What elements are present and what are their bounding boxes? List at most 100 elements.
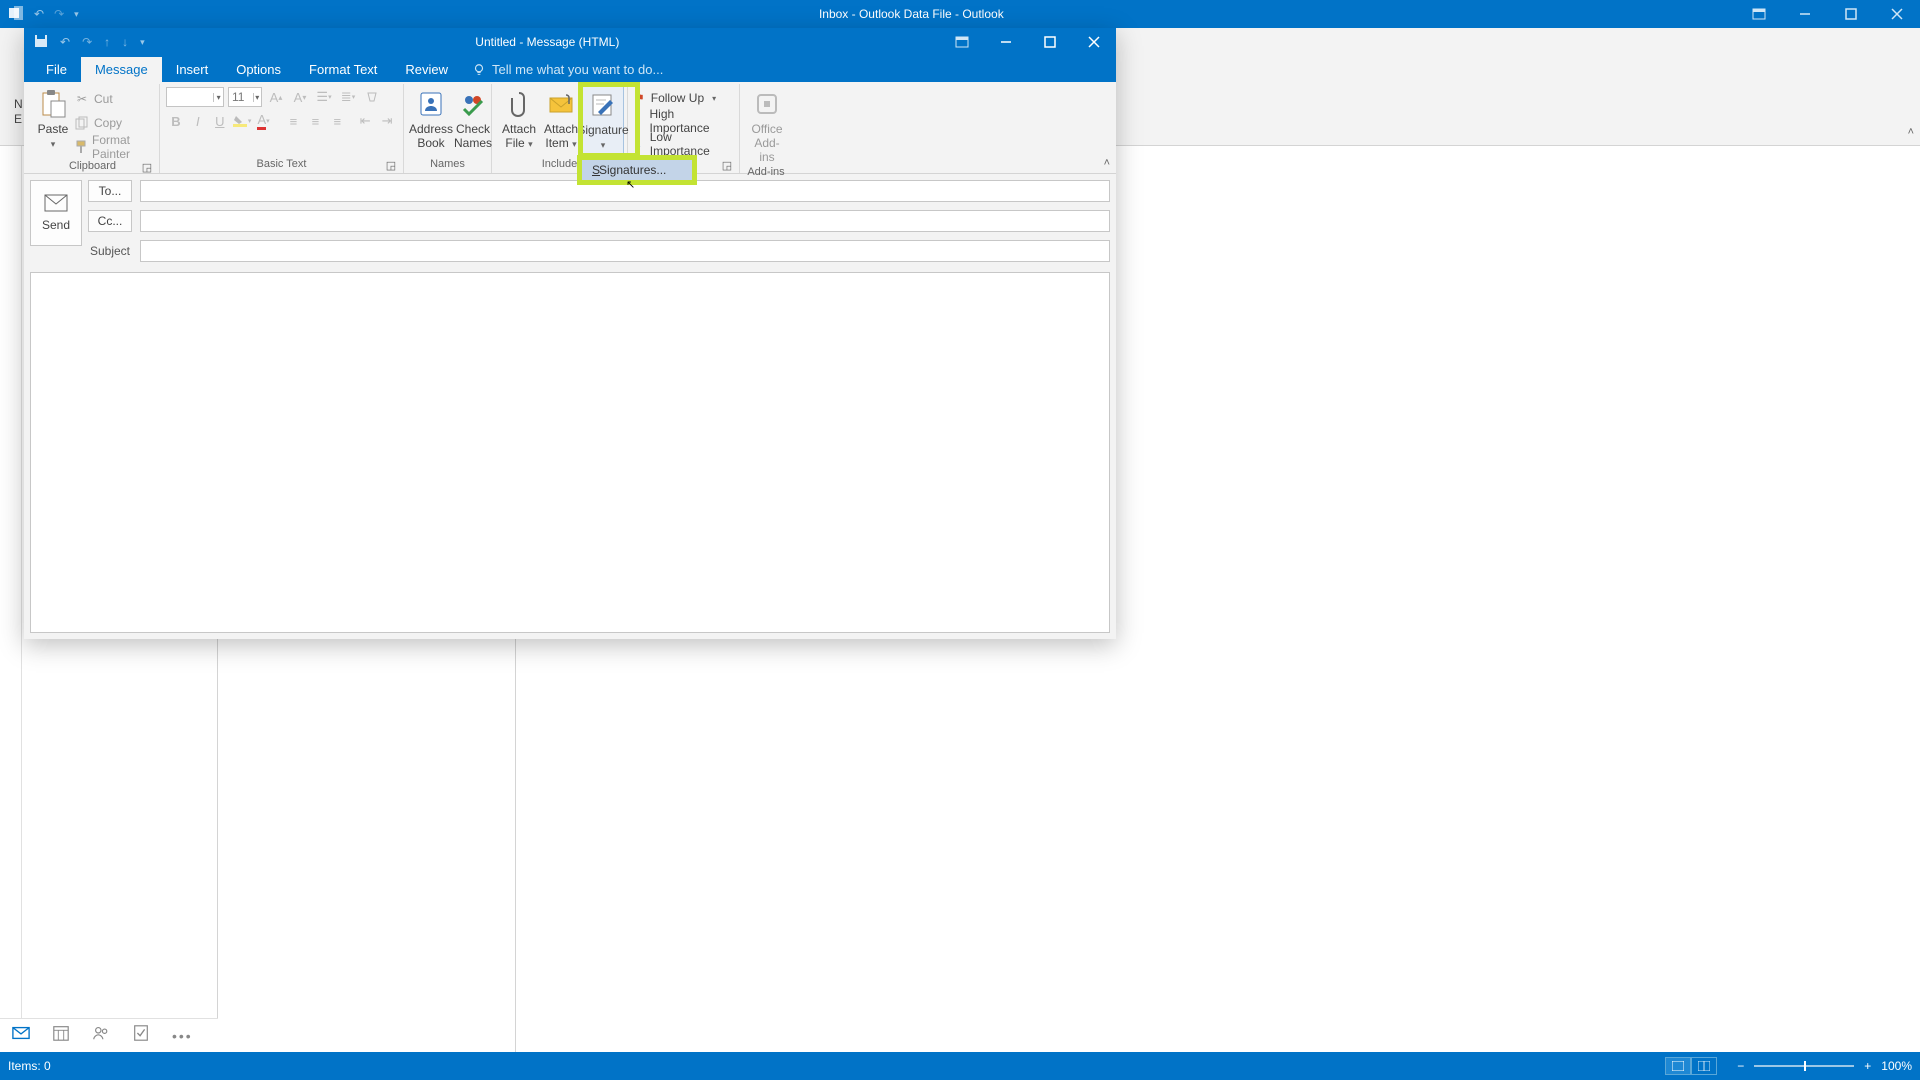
peek-new-email: N	[14, 97, 23, 111]
tags-launcher-icon[interactable]: ◲	[721, 159, 733, 171]
zoom-in-button[interactable]: +	[1864, 1059, 1871, 1073]
zoom-percent: 100%	[1881, 1059, 1912, 1073]
cc-field[interactable]	[140, 210, 1110, 232]
italic-icon[interactable]: I	[188, 111, 208, 131]
flag-icon: ⚑	[634, 91, 645, 105]
tab-message[interactable]: Message	[81, 57, 162, 82]
ribbon-display-options-icon[interactable]	[1736, 0, 1782, 28]
compose-envelope: Send To... Cc... Subject	[24, 174, 1116, 639]
paperclip-icon	[503, 88, 535, 120]
signature-dropdown: SSignatures...	[577, 155, 697, 185]
folder-pane-sliver	[0, 146, 22, 1052]
zoom-slider[interactable]	[1754, 1065, 1854, 1067]
nav-mail-icon[interactable]	[12, 1024, 30, 1047]
status-items: Items: 0	[8, 1059, 51, 1073]
underline-icon[interactable]: U	[210, 111, 230, 131]
lightbulb-icon	[472, 63, 486, 77]
chevron-down-icon: ▾	[51, 137, 56, 151]
chevron-down-icon: ▾	[712, 94, 716, 103]
compose-window: ↶ ↷ ↑ ↓ ▾ Untitled - Message (HTML) File…	[24, 28, 1116, 639]
copy-button[interactable]: Copy	[74, 112, 153, 134]
indent-icon[interactable]: ⇥	[377, 111, 397, 131]
main-minimize-button[interactable]	[1782, 0, 1828, 28]
font-color-icon[interactable]: A▾	[254, 111, 274, 131]
high-importance-button[interactable]: !High Importance	[634, 111, 733, 131]
nav-calendar-icon[interactable]	[52, 1024, 70, 1047]
ribbon-collapse-icon[interactable]: ˄	[1104, 157, 1110, 169]
redo-icon[interactable]: ↷	[54, 7, 64, 21]
clipboard-launcher-icon[interactable]: ◲	[141, 161, 153, 173]
bold-icon[interactable]: B	[166, 111, 186, 131]
chevron-down-icon: ▾	[572, 139, 577, 149]
zoom-out-button[interactable]: −	[1737, 1059, 1744, 1073]
clear-format-icon[interactable]	[362, 87, 382, 107]
message-body[interactable]	[30, 272, 1110, 633]
qat-next-icon[interactable]: ↓	[122, 35, 128, 49]
check-names-button[interactable]: CheckNames	[452, 86, 494, 156]
signature-button[interactable]: Signature ▾	[582, 86, 624, 156]
qat-customize-icon[interactable]: ▾	[140, 37, 145, 48]
main-maximize-button[interactable]	[1828, 0, 1874, 28]
address-book-button[interactable]: AddressBook	[410, 86, 452, 156]
arrow-down-icon: ↓	[634, 137, 644, 151]
compose-close-button[interactable]	[1072, 28, 1116, 56]
qat-redo-icon[interactable]: ↷	[82, 35, 92, 49]
tab-options[interactable]: Options	[222, 57, 295, 82]
view-normal-icon[interactable]	[1665, 1057, 1691, 1075]
signatures-menu-item[interactable]: SSignatures...	[582, 160, 692, 180]
subject-field[interactable]	[140, 240, 1110, 262]
outlook-navbar: •••	[0, 1018, 218, 1052]
low-importance-button[interactable]: ↓Low Importance	[634, 134, 733, 154]
main-ribbon-collapse-icon[interactable]: ˄	[1908, 126, 1914, 138]
paste-button[interactable]: Paste ▾	[32, 86, 74, 158]
follow-up-button[interactable]: ⚑Follow Up▾	[634, 88, 733, 108]
office-addins-button[interactable]: OfficeAdd-ins	[746, 86, 788, 164]
chevron-down-icon: ▾	[601, 138, 606, 152]
nav-tasks-icon[interactable]	[132, 1024, 150, 1047]
tell-me-search[interactable]: Tell me what you want to do...	[462, 62, 673, 82]
tab-format-text[interactable]: Format Text	[295, 57, 391, 82]
highlight-icon[interactable]: ▾	[232, 111, 252, 131]
cc-button[interactable]: Cc...	[88, 210, 132, 232]
compose-ribbon-opts-icon[interactable]	[940, 28, 984, 56]
qat-save-icon[interactable]	[34, 34, 48, 51]
attach-file-button[interactable]: AttachFile ▾	[498, 86, 540, 156]
align-center-icon[interactable]: ≡	[305, 111, 325, 131]
font-size-input[interactable]	[229, 90, 253, 104]
align-left-icon[interactable]: ≡	[284, 111, 304, 131]
nav-people-icon[interactable]	[92, 1024, 110, 1047]
nav-more-icon[interactable]: •••	[172, 1028, 193, 1044]
main-close-button[interactable]	[1874, 0, 1920, 28]
to-button[interactable]: To...	[88, 180, 132, 202]
basictext-launcher-icon[interactable]: ◲	[385, 159, 397, 171]
chevron-down-icon: ▾	[213, 93, 223, 102]
compose-titlebar: ↶ ↷ ↑ ↓ ▾ Untitled - Message (HTML)	[24, 28, 1116, 56]
qat-prev-icon[interactable]: ↑	[104, 35, 110, 49]
undo-icon[interactable]: ↶	[34, 7, 44, 21]
exclamation-icon: !	[634, 114, 643, 128]
tab-review[interactable]: Review	[391, 57, 462, 82]
addins-group-label: Add-ins	[747, 166, 784, 178]
peek-new-email2: E	[14, 112, 22, 126]
view-reading-icon[interactable]	[1691, 1057, 1717, 1075]
font-size-combo[interactable]: ▾	[228, 87, 262, 107]
send-button[interactable]: Send	[30, 180, 82, 246]
align-right-icon[interactable]: ≡	[327, 111, 347, 131]
qat-customize-icon[interactable]: ▾	[74, 9, 79, 20]
shrink-font-icon[interactable]: A▾	[290, 87, 310, 107]
numbering-icon[interactable]: ≣▾	[338, 87, 358, 107]
bullets-icon[interactable]: ☰▾	[314, 87, 334, 107]
qat-undo-icon[interactable]: ↶	[60, 35, 70, 49]
cut-button[interactable]: ✂Cut	[74, 88, 153, 110]
compose-maximize-button[interactable]	[1028, 28, 1072, 56]
attach-item-button[interactable]: AttachItem ▾	[540, 86, 582, 156]
font-name-combo[interactable]: ▾	[166, 87, 224, 107]
format-painter-button[interactable]: Format Painter	[74, 136, 153, 158]
outdent-icon[interactable]: ⇤	[355, 111, 375, 131]
tell-me-placeholder: Tell me what you want to do...	[492, 62, 663, 77]
tab-insert[interactable]: Insert	[162, 57, 223, 82]
font-name-input[interactable]	[167, 90, 213, 104]
tab-file[interactable]: File	[32, 57, 81, 82]
grow-font-icon[interactable]: A▴	[266, 87, 286, 107]
compose-minimize-button[interactable]	[984, 28, 1028, 56]
